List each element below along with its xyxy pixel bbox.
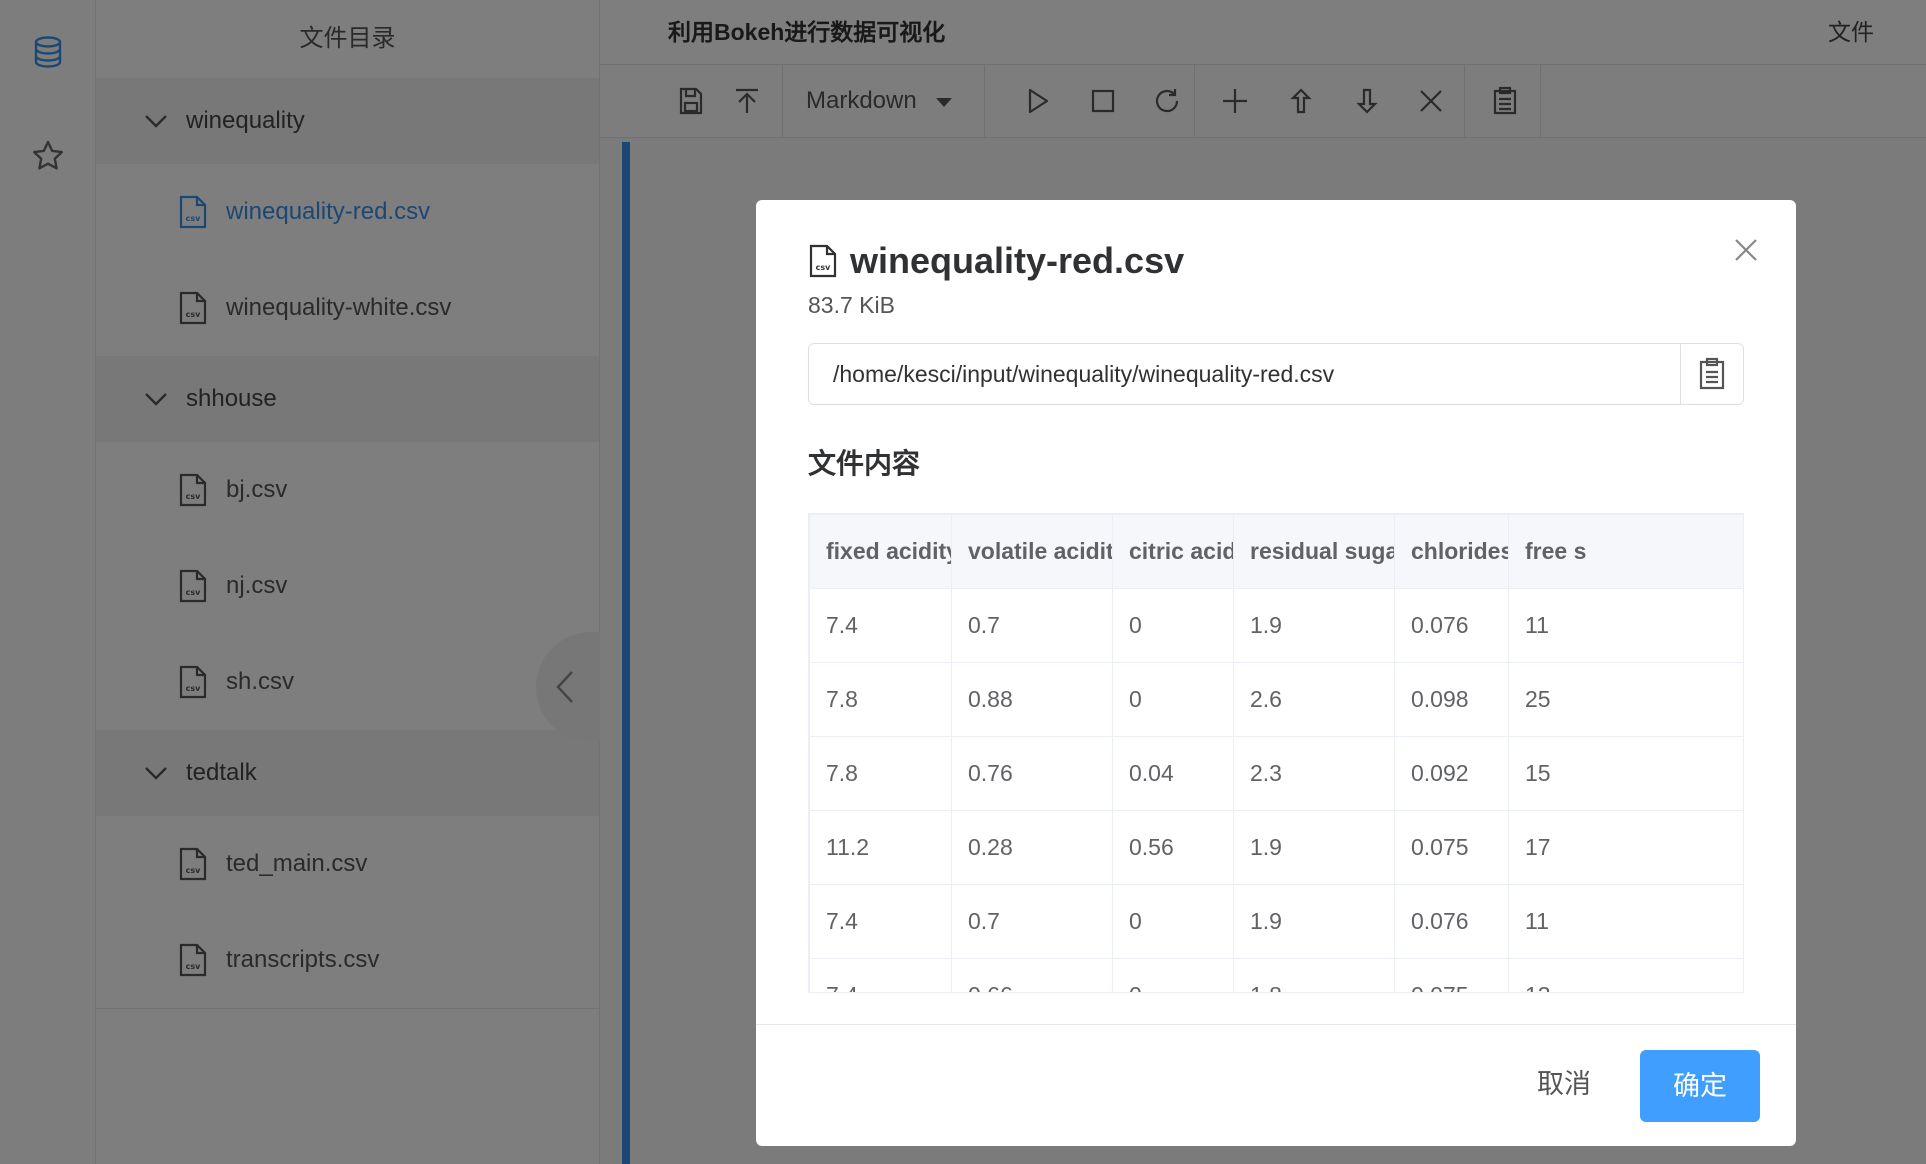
table-cell: 11 [1508,884,1743,959]
table-cell: 0.56 [1112,810,1234,885]
table-cell: 7.8 [809,736,952,811]
column-header: chlorides [1394,514,1509,589]
table-cell: 7.4 [809,884,952,959]
file-content-table: fixed acidity volatile acidity citric ac… [809,514,1743,992]
table-cell: 0.075 [1394,810,1509,885]
clipboard-icon [1699,357,1725,390]
table-cell: 0.88 [951,662,1113,737]
column-header: volatile acidity [951,514,1113,589]
table-cell: 0.76 [951,736,1113,811]
table-cell: 0 [1112,662,1234,737]
dialog-header: csv winequality-red.csv [808,240,1184,282]
file-size: 83.7 KiB [808,292,895,318]
column-header: residual sugar [1233,514,1395,589]
table-header-row: fixed acidity volatile acidity citric ac… [809,514,1743,589]
table-cell: 0.7 [951,588,1113,663]
file-content-heading: 文件内容 [808,448,921,479]
file-preview-dialog: csv winequality-red.csv 83.7 KiB /home/k… [756,200,1796,1146]
table-row: 7.4 0.7 0 1.9 0.076 11 [809,588,1743,663]
table-cell: 11.2 [809,810,952,885]
column-header: citric acid [1112,514,1234,589]
file-path-field[interactable]: /home/kesci/input/winequality/winequalit… [808,343,1744,405]
table-row: 7.4 0.66 0 1.8 0.075 13 [809,958,1743,992]
table-cell: 0.075 [1394,958,1509,992]
table-cell: 0.076 [1394,588,1509,663]
cancel-button[interactable]: 取消 [1510,1048,1618,1120]
table-cell: 2.3 [1233,736,1395,811]
table-cell: 1.9 [1233,588,1395,663]
dialog-footer-divider [756,1024,1796,1025]
svg-text:csv: csv [816,263,832,272]
table-cell: 17 [1508,810,1743,885]
table-cell: 0.076 [1394,884,1509,959]
confirm-button[interactable]: 确定 [1640,1050,1760,1122]
table-cell: 0.092 [1394,736,1509,811]
table-cell: 0.66 [951,958,1113,992]
table-cell: 0.098 [1394,662,1509,737]
table-row: 11.2 0.28 0.56 1.9 0.075 17 [809,810,1743,885]
table-cell: 7.4 [809,958,952,992]
table-row: 7.4 0.7 0 1.9 0.076 11 [809,884,1743,959]
column-header: fixed acidity [809,514,952,589]
table-cell: 15 [1508,736,1743,811]
file-content-table-wrapper[interactable]: fixed acidity volatile acidity citric ac… [808,513,1744,993]
dialog-title: winequality-red.csv [850,240,1185,281]
table-cell: 13 [1508,958,1743,992]
table-cell: 0.7 [951,884,1113,959]
csv-file-icon: csv [809,244,837,278]
table-cell: 0 [1112,588,1234,663]
table-cell: 7.4 [809,588,952,663]
copy-path-button[interactable] [1680,344,1743,404]
table-row: 7.8 0.76 0.04 2.3 0.092 15 [809,736,1743,811]
table-cell: 0 [1112,958,1234,992]
table-cell: 0.28 [951,810,1113,885]
table-cell: 25 [1508,662,1743,737]
table-cell: 7.8 [809,662,952,737]
table-cell: 2.6 [1233,662,1395,737]
table-cell: 1.9 [1233,884,1395,959]
table-cell: 11 [1508,588,1743,663]
column-header: free s [1508,514,1743,589]
table-cell: 1.8 [1233,958,1395,992]
close-icon[interactable] [1726,230,1766,270]
table-cell: 0.04 [1112,736,1234,811]
table-cell: 1.9 [1233,810,1395,885]
table-cell: 0 [1112,884,1234,959]
table-row: 7.8 0.88 0 2.6 0.098 25 [809,662,1743,737]
file-path-value[interactable]: /home/kesci/input/winequality/winequalit… [809,344,1680,404]
